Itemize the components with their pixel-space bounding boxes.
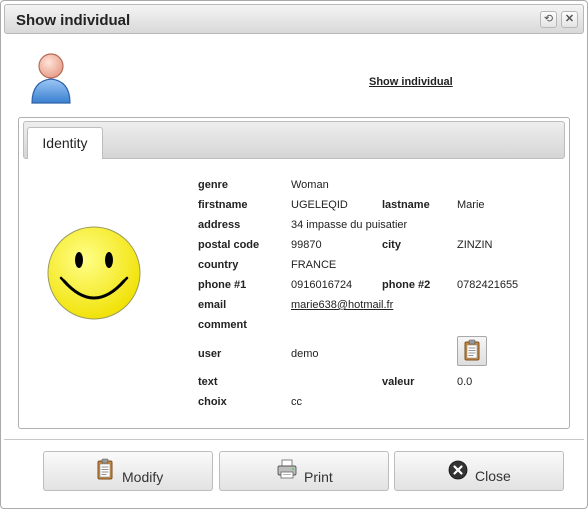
lastname-label: lastname — [382, 199, 430, 211]
user-value: demo — [291, 348, 319, 360]
footer-separator — [4, 439, 584, 440]
close-button-label: Close — [475, 468, 511, 484]
phone2-value: 0782421655 — [457, 279, 519, 291]
user-label: user — [198, 348, 222, 360]
close-icon[interactable]: ✕ — [561, 11, 578, 28]
city-value: ZINZIN — [457, 239, 493, 251]
modify-button[interactable]: Modify — [43, 451, 213, 491]
dialog-titlebar[interactable]: Show individual ⟲ ✕ — [4, 4, 584, 34]
genre-label: genre — [198, 179, 228, 191]
firstname-value: UGELEQID — [291, 199, 348, 211]
country-label: country — [198, 259, 239, 271]
valeur-label: valeur — [382, 376, 415, 388]
dialog-title: Show individual — [16, 12, 131, 29]
tab-identity[interactable]: Identity — [27, 127, 103, 159]
phone1-value: 0916016724 — [291, 279, 353, 291]
address-value: 34 impasse du puisatier — [291, 219, 408, 231]
phone1-label: phone #1 — [198, 279, 247, 291]
clipboard-icon — [464, 339, 480, 361]
text-label: text — [198, 376, 218, 388]
show-individual-dialog: Show individual ⟲ ✕ Show individual Iden… — [0, 0, 588, 509]
genre-value: Woman — [291, 179, 329, 191]
close-circle-icon — [448, 460, 468, 480]
show-individual-link[interactable]: Show individual — [369, 76, 453, 88]
choix-label: choix — [198, 396, 227, 408]
user-icon — [31, 53, 71, 104]
lastname-value: Marie — [457, 199, 485, 211]
smiley-face-icon — [47, 226, 141, 320]
printer-icon — [277, 459, 297, 479]
comment-label: comment — [198, 319, 247, 331]
postal-code-label: postal code — [198, 239, 260, 251]
print-button-label: Print — [304, 469, 333, 485]
print-button[interactable]: Print — [219, 451, 389, 491]
email-label: email — [198, 299, 227, 311]
tab-bar: Identity — [23, 121, 565, 159]
choix-value: cc — [291, 396, 302, 408]
clipboard-icon — [97, 458, 113, 480]
close-button[interactable]: Close — [394, 451, 564, 491]
city-label: city — [382, 239, 401, 251]
address-label: address — [198, 219, 241, 231]
email-link[interactable]: marie638@hotmail.fr — [291, 299, 393, 311]
modify-button-label: Modify — [122, 469, 164, 485]
phone2-label: phone #2 — [382, 279, 431, 291]
country-value: FRANCE — [291, 259, 337, 271]
identity-panel: Identity genre Woman firstname UGELEQID … — [18, 117, 570, 429]
valeur-value: 0.0 — [457, 376, 473, 388]
clipboard-button[interactable] — [457, 336, 487, 366]
firstname-label: firstname — [198, 199, 248, 211]
postal-code-value: 99870 — [291, 239, 322, 251]
refresh-icon[interactable]: ⟲ — [540, 11, 557, 28]
